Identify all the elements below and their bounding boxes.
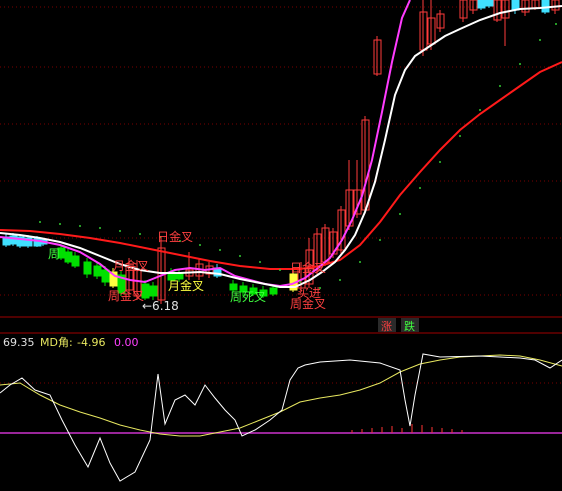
indicator-value-2: -4.96 [77, 336, 105, 349]
ma-dot [259, 261, 261, 263]
candle-body [541, 0, 550, 13]
ma-dot [479, 109, 481, 111]
candle-body [485, 0, 494, 7]
ma-dotted-line [39, 23, 557, 289]
ma-dot [99, 227, 101, 229]
ma-dot [219, 249, 221, 251]
low-price-marker: ←6.18 [142, 299, 179, 313]
md-signal-line [0, 354, 562, 437]
candle-body [269, 287, 278, 295]
candlestick-chart[interactable]: 日金叉 月金叉 周金叉 月金叉 周死叉 日金叉 买进 周金叉 周 ←6.18 涨… [0, 0, 562, 491]
ma-dot [459, 135, 461, 137]
ma-white-line [0, 5, 562, 288]
signal-label-month-golden: 月金叉 [113, 258, 149, 273]
ma-dot [39, 221, 41, 223]
ma-dot [419, 187, 421, 189]
ma-dot [359, 261, 361, 263]
ma-dot [199, 244, 201, 246]
grid-lines [0, 6, 562, 384]
signal-label-week-death: 周死叉 [230, 290, 266, 304]
ma-dot [139, 233, 141, 235]
candle-body [477, 0, 486, 9]
indicator-name: MD角: [40, 336, 73, 349]
stock-chart-window: 日金叉 月金叉 周金叉 月金叉 周死叉 日金叉 买进 周金叉 周 ←6.18 涨… [0, 0, 562, 491]
ma-dot [379, 239, 381, 241]
indicator-value-1: 69.35 [3, 336, 35, 349]
candles [2, 0, 560, 304]
candle-body [83, 261, 92, 275]
ma-dot [339, 279, 341, 281]
ma-dot [59, 223, 61, 225]
md-histogram [351, 424, 463, 433]
signal-label-week-partial: 周 [48, 247, 60, 261]
ma-dot [499, 85, 501, 87]
fall-label: 跌 [404, 319, 415, 333]
candle-body [64, 251, 73, 263]
candle-body [101, 269, 110, 283]
ma-dot [539, 39, 541, 41]
candle-body [71, 255, 80, 267]
md-line [0, 353, 562, 482]
candle-body [93, 265, 102, 277]
signal-label-month-golden-yellow: 月金叉 [168, 278, 204, 293]
candle-body [149, 285, 158, 297]
ma-dot [279, 269, 281, 271]
ma-dot [79, 225, 81, 227]
signal-label-week-golden: 周金叉 [108, 288, 144, 303]
ma-dot [439, 161, 441, 163]
ma-dot [555, 23, 557, 25]
ma-dot [519, 63, 521, 65]
ma-dot [399, 213, 401, 215]
signal-label-day-golden: 日金叉 [157, 229, 193, 244]
indicator-value-3: 0.00 [114, 336, 139, 349]
ma-dot [299, 281, 301, 283]
rise-label: 涨 [381, 320, 392, 333]
ma-dot [239, 255, 241, 257]
signal-label-day-golden-2: 日金叉 [290, 260, 326, 275]
ma-dot [119, 230, 121, 232]
signal-label-week-golden-2: 周金叉 [290, 296, 326, 311]
